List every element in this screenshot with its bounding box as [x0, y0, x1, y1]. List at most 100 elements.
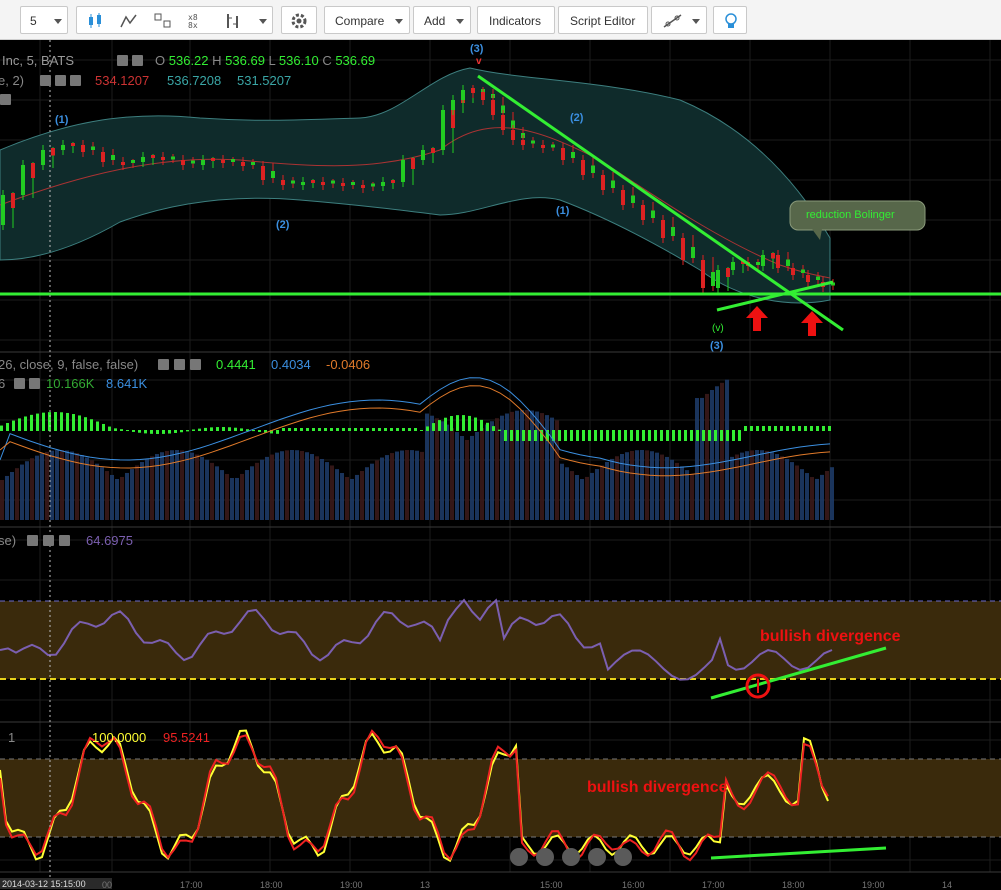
volume-bar [240, 473, 244, 520]
macd-histogram-bar [252, 430, 255, 432]
volume-bar [175, 450, 179, 520]
reduction-bollinger-label: reduction Bolinger [806, 209, 895, 221]
macd-histogram-bar [120, 429, 123, 431]
macd-histogram-bar [648, 430, 651, 441]
macd-histogram-bar [234, 427, 237, 431]
settings-icon[interactable] [55, 75, 66, 86]
chart-canvas[interactable] [0, 40, 1001, 889]
candles-icon[interactable] [85, 12, 105, 30]
candle-body [1, 195, 5, 225]
candle-body [91, 146, 95, 150]
add-label: Add [424, 14, 446, 28]
volume-bar [35, 455, 39, 520]
reset-button[interactable] [588, 848, 606, 866]
macd-histogram-bar [198, 428, 201, 431]
add-button[interactable]: Add [413, 6, 471, 34]
macd-histogram-bar [828, 426, 831, 431]
volume-bar [110, 474, 114, 520]
volume-bar [520, 410, 524, 520]
rsi-value: 64.6975 [86, 533, 133, 548]
volume-bar [410, 450, 414, 520]
volume-bar [440, 421, 444, 520]
zoom-in-button[interactable] [562, 848, 580, 866]
volume-bar [215, 466, 219, 520]
macd-signal-value: -0.0406 [326, 357, 371, 372]
visibility-icon[interactable] [27, 535, 38, 546]
volume-bar [270, 454, 274, 520]
low-value: 536.10 [278, 53, 319, 68]
settings-icon[interactable] [43, 535, 54, 546]
visibility-icon[interactable] [158, 359, 169, 370]
collapse-icon[interactable] [0, 94, 11, 105]
volume-bar [540, 413, 544, 520]
settings-button[interactable] [281, 6, 317, 34]
candle-body [661, 220, 665, 238]
volume-bar [55, 450, 59, 520]
drawing-tools-button[interactable] [651, 6, 707, 34]
volume-bar [345, 476, 349, 520]
zoom-out-button[interactable] [536, 848, 554, 866]
c-label: C [322, 53, 332, 68]
volume-bar [95, 463, 99, 520]
volume-params: 6 [0, 376, 6, 391]
macd-histogram-bar [636, 430, 639, 441]
macd-histogram-bar [204, 427, 207, 431]
candle-body [361, 185, 365, 188]
line-chart-icon[interactable] [153, 12, 173, 30]
macd-histogram-bar [384, 428, 387, 431]
macd-histogram-bar [126, 430, 129, 432]
settings-icon[interactable] [14, 378, 25, 389]
macd-histogram-bar [84, 417, 87, 431]
candle-body [131, 160, 135, 163]
volume-bar [825, 470, 829, 520]
close-icon[interactable] [29, 378, 40, 389]
macd-histogram-bar [360, 428, 363, 431]
macd-histogram-bar [732, 430, 735, 441]
volume-bar [210, 462, 214, 520]
o-label: O [155, 53, 166, 68]
macd-histogram-bar [720, 430, 723, 441]
scroll-right-button[interactable] [614, 848, 632, 866]
candle-body [571, 152, 575, 158]
volume-bar [780, 456, 784, 520]
candle-body [81, 145, 85, 152]
volume-bar [735, 454, 739, 520]
volume-bar [745, 451, 749, 520]
bars-icon[interactable] [119, 12, 139, 30]
script-editor-button[interactable]: Script Editor [558, 6, 648, 34]
volume-bar [260, 459, 264, 520]
volume-bar [320, 458, 324, 520]
volume-bar [250, 466, 254, 520]
heikin-ashi-icon[interactable]: x88x [187, 12, 207, 30]
compare-label: Compare [335, 14, 385, 28]
volume-bar [485, 424, 489, 520]
visibility-icon[interactable] [117, 55, 128, 66]
volume-bar [15, 468, 19, 520]
macd-histogram-bar [168, 430, 171, 434]
idea-button[interactable] [713, 6, 747, 34]
close-icon[interactable] [70, 75, 81, 86]
macd-histogram-bar [318, 428, 321, 431]
compare-button[interactable]: Compare [324, 6, 410, 34]
script-editor-label: Script Editor [570, 14, 636, 28]
interval-select[interactable]: 5 [20, 6, 68, 34]
close-icon[interactable] [59, 535, 70, 546]
candle-body [401, 160, 405, 182]
macd-histogram-bar [774, 426, 777, 431]
visibility-icon[interactable] [40, 75, 51, 86]
close-icon[interactable] [190, 359, 201, 370]
candle-body [51, 148, 55, 156]
volume-bar [155, 454, 159, 520]
candle-body [816, 276, 820, 280]
chevron-down-icon[interactable] [259, 19, 267, 24]
main-legend: Inc, 5, BATS [2, 53, 74, 68]
settings-icon[interactable] [174, 359, 185, 370]
volume-bar [160, 452, 164, 520]
macd-histogram-bar [66, 412, 69, 431]
scroll-left-button[interactable] [510, 848, 528, 866]
macd-histogram-bar [174, 430, 177, 433]
candle-body [231, 159, 235, 162]
settings-icon[interactable] [132, 55, 143, 66]
bar-type-icon[interactable] [223, 12, 243, 30]
indicators-button[interactable]: Indicators [477, 6, 555, 34]
